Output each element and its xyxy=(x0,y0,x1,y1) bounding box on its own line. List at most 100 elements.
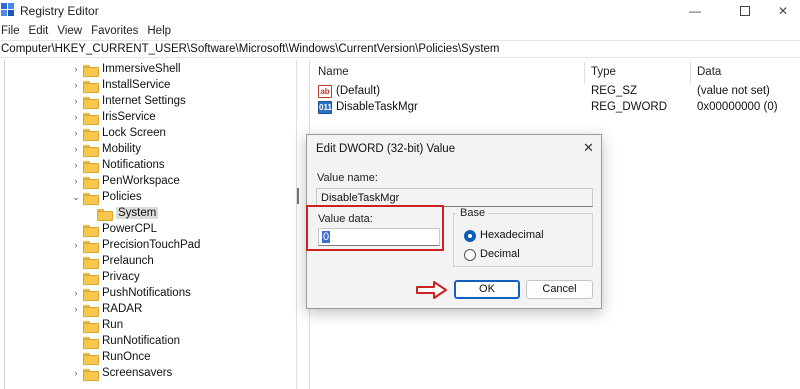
tree-item-runonce[interactable]: RunOnce xyxy=(0,350,296,366)
tree-item-label: System xyxy=(116,207,159,219)
folder-icon xyxy=(83,112,99,125)
string-value-icon: ab xyxy=(318,85,332,98)
folder-icon xyxy=(97,208,113,221)
close-icon: ✕ xyxy=(777,4,789,18)
tree-item-runnotification[interactable]: RunNotification xyxy=(0,334,296,350)
menu-view[interactable]: View xyxy=(56,25,88,37)
tree-item-pushnotifications[interactable]: › PushNotifications xyxy=(0,286,296,302)
title-bar: Registry Editor — ✕ xyxy=(0,0,800,22)
decimal-radio[interactable] xyxy=(464,249,476,261)
menu-help[interactable]: Help xyxy=(146,25,177,37)
chevron-right-icon[interactable]: › xyxy=(71,63,81,75)
chevron-right-icon[interactable]: › xyxy=(71,143,81,155)
tree-item-internet-settings[interactable]: › Internet Settings xyxy=(0,94,296,110)
folder-icon xyxy=(83,256,99,269)
address-path[interactable]: Computer\HKEY_CURRENT_USER\Software\Micr… xyxy=(1,43,500,55)
tree-item-mobility[interactable]: › Mobility xyxy=(0,142,296,158)
column-header-data[interactable]: Data xyxy=(697,66,721,78)
dialog-title: Edit DWORD (32-bit) Value xyxy=(316,143,456,155)
annotation-arrow-icon xyxy=(416,281,447,299)
menu-file[interactable]: File xyxy=(0,25,26,37)
window-title: Registry Editor xyxy=(20,4,99,18)
tree-guide-line xyxy=(4,60,5,389)
cancel-button[interactable]: Cancel xyxy=(526,280,593,299)
tree-item-privacy[interactable]: Privacy xyxy=(0,270,296,286)
tree-item-screensavers[interactable]: › Screensavers xyxy=(0,366,296,382)
tree-item-label: RunNotification xyxy=(102,335,180,347)
tree-item-notifications[interactable]: › Notifications xyxy=(0,158,296,174)
tree-item-powercpl[interactable]: PowerCPL xyxy=(0,222,296,238)
maximize-icon xyxy=(740,6,750,16)
list-row-default[interactable]: ab (Default) REG_SZ (value not set) xyxy=(310,84,800,100)
chevron-right-icon[interactable]: › xyxy=(71,239,81,251)
tree-item-label: Screensavers xyxy=(102,367,173,379)
value-data: 0x00000000 (0) xyxy=(697,101,778,113)
tree-item-label: Prelaunch xyxy=(102,255,154,267)
chevron-right-icon[interactable]: › xyxy=(71,159,81,171)
hexadecimal-label[interactable]: Hexadecimal xyxy=(480,229,544,241)
annotation-highlight-box xyxy=(306,205,444,251)
tree-item-radar[interactable]: › RADAR xyxy=(0,302,296,318)
tree-item-policies[interactable]: ⌄ Policies xyxy=(0,190,296,206)
tree-item-immersiveshell[interactable]: › ImmersiveShell xyxy=(0,62,296,78)
tree-item-lock-screen[interactable]: › Lock Screen xyxy=(0,126,296,142)
tree-item-label: InstallService xyxy=(102,79,171,91)
hexadecimal-radio[interactable] xyxy=(464,230,476,242)
dword-value-icon: 011 xyxy=(318,101,332,114)
column-header-name[interactable]: Name xyxy=(318,66,349,78)
ok-button[interactable]: OK xyxy=(454,280,520,299)
value-data: (value not set) xyxy=(697,85,770,97)
tree-item-label: PrecisionTouchPad xyxy=(102,239,201,251)
column-header-type[interactable]: Type xyxy=(591,66,616,78)
decimal-label[interactable]: Decimal xyxy=(480,248,520,260)
registry-tree[interactable]: › ImmersiveShell › InstallService › Internet … xyxy=(0,60,296,389)
folder-icon xyxy=(83,352,99,365)
chevron-right-icon[interactable]: › xyxy=(71,79,81,91)
tree-item-label: Internet Settings xyxy=(102,95,186,107)
folder-icon xyxy=(83,144,99,157)
menu-edit[interactable]: Edit xyxy=(28,25,55,37)
address-bar[interactable]: Computer\HKEY_CURRENT_USER\Software\Micr… xyxy=(0,40,800,58)
folder-icon xyxy=(83,336,99,349)
folder-icon xyxy=(83,320,99,333)
tree-item-label: RunOnce xyxy=(102,351,151,363)
tree-item-irisservice[interactable]: › IrisService xyxy=(0,110,296,126)
tree-item-prelaunch[interactable]: Prelaunch xyxy=(0,254,296,270)
registry-editor-icon xyxy=(1,3,14,16)
chevron-right-icon[interactable]: › xyxy=(71,95,81,107)
value-type: REG_DWORD xyxy=(591,101,668,113)
base-label: Base xyxy=(457,207,489,219)
tree-item-label: Run xyxy=(102,319,124,331)
chevron-right-icon[interactable]: › xyxy=(71,303,81,315)
tree-item-run[interactable]: Run xyxy=(0,318,296,334)
tree-item-penworkspace[interactable]: › PenWorkspace xyxy=(0,174,296,190)
tree-item-label: Policies xyxy=(102,191,142,203)
menu-favorites[interactable]: Favorites xyxy=(90,25,144,37)
chevron-right-icon[interactable]: › xyxy=(71,287,81,299)
tree-item-label: Privacy xyxy=(102,271,140,283)
list-row-disabletaskmgr[interactable]: 011 DisableTaskMgr REG_DWORD 0x00000000 … xyxy=(310,100,800,116)
folder-icon xyxy=(83,160,99,173)
minimize-button[interactable]: — xyxy=(672,0,718,22)
folder-icon xyxy=(83,192,99,205)
folder-icon xyxy=(83,240,99,253)
dialog-close-icon[interactable]: ✕ xyxy=(583,140,594,156)
tree-item-label: Lock Screen xyxy=(102,127,166,139)
tree-item-label: IrisService xyxy=(102,111,156,123)
chevron-right-icon[interactable]: › xyxy=(71,111,81,123)
chevron-right-icon[interactable]: › xyxy=(71,175,81,187)
tree-item-label: PenWorkspace xyxy=(102,175,180,187)
tree-item-label: RADAR xyxy=(102,303,143,315)
tree-item-system[interactable]: System xyxy=(0,206,296,222)
tree-item-label: Mobility xyxy=(102,143,141,155)
chevron-right-icon[interactable]: › xyxy=(71,367,81,379)
column-separator[interactable] xyxy=(584,62,585,84)
value-name: DisableTaskMgr xyxy=(336,101,418,113)
chevron-right-icon[interactable]: › xyxy=(71,127,81,139)
column-separator[interactable] xyxy=(690,62,691,84)
splitter-handle[interactable] xyxy=(297,188,299,204)
tree-item-precisiontouchpad[interactable]: › PrecisionTouchPad xyxy=(0,238,296,254)
chevron-down-icon[interactable]: ⌄ xyxy=(71,191,81,203)
tree-item-installservice[interactable]: › InstallService xyxy=(0,78,296,94)
close-window-button[interactable]: ✕ xyxy=(760,0,800,22)
